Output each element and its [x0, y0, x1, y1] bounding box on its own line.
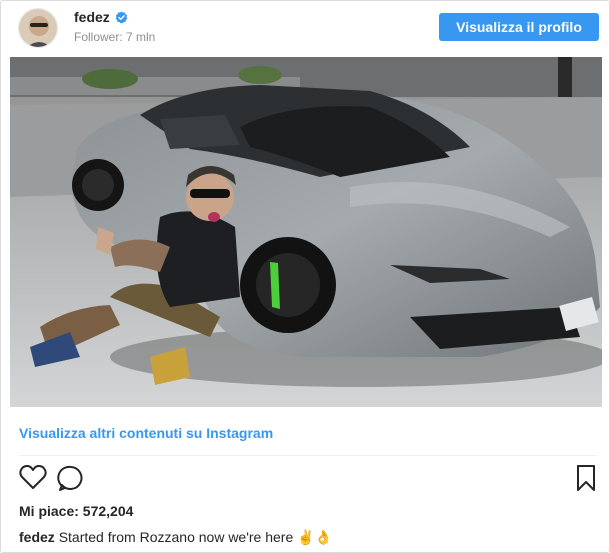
post-photo[interactable] — [10, 57, 602, 407]
divider — [19, 455, 597, 456]
post-header: fedez Follower: 7 mln Visualizza il prof… — [1, 1, 609, 55]
like-count: Mi piace: 572,204 — [19, 503, 134, 519]
post-actions — [15, 464, 601, 492]
post-caption: fedez Started from Rozzano now we're her… — [19, 529, 332, 546]
comment-icon[interactable] — [57, 464, 85, 497]
avatar[interactable] — [18, 8, 58, 48]
bookmark-icon[interactable] — [575, 464, 597, 497]
follower-count: Follower: 7 mln — [74, 30, 156, 44]
username[interactable]: fedez — [74, 9, 110, 25]
caption-text: Started from Rozzano now we're here ✌️👌 — [58, 529, 333, 545]
view-profile-button[interactable]: Visualizza il profilo — [439, 13, 599, 41]
caption-username[interactable]: fedez — [19, 529, 55, 545]
username-row: fedez — [74, 9, 128, 25]
view-more-instagram-link[interactable]: Visualizza altri contenuti su Instagram — [19, 425, 273, 441]
verified-badge-icon — [115, 10, 128, 23]
heart-icon[interactable] — [19, 464, 47, 495]
instagram-embed-card: fedez Follower: 7 mln Visualizza il prof… — [0, 0, 610, 553]
